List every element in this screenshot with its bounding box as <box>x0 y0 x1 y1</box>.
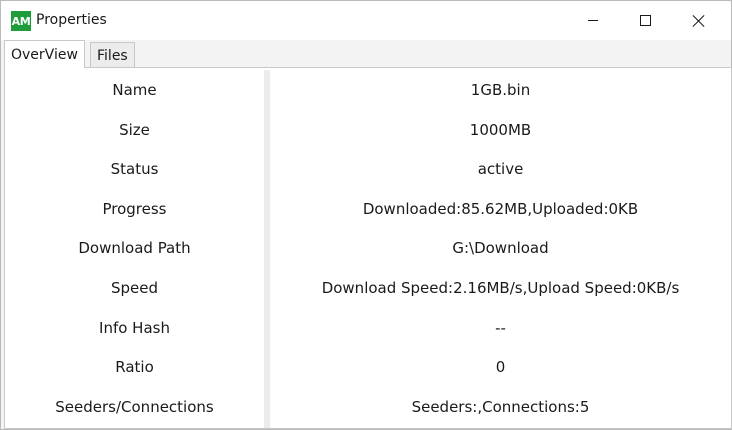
overview-panel: Name 1GB.bin Size 1000MB Status active P… <box>4 67 732 429</box>
title-bar[interactable]: AM Properties <box>1 1 731 40</box>
maximize-button[interactable] <box>619 1 671 40</box>
property-label: Info Hash <box>99 318 170 337</box>
property-value: Download Speed:2.16MB/s,Upload Speed:0KB… <box>321 278 680 297</box>
property-row-download-path: Download Path G:\Download <box>5 228 731 267</box>
property-row-ratio: Ratio 0 <box>5 347 731 386</box>
property-row-progress: Progress Downloaded:85.62MB,Uploaded:0KB <box>5 189 731 228</box>
window-title: Properties <box>36 12 107 28</box>
tab-files[interactable]: Files <box>90 42 135 68</box>
property-label: Download Path <box>78 238 191 257</box>
property-label: Ratio <box>115 357 154 376</box>
property-label: Name <box>112 80 157 99</box>
tab-bar: OverView Files <box>1 40 731 68</box>
minimize-button[interactable] <box>567 1 619 40</box>
properties-window: AM Properties OverView Files Name 1GB.bi… <box>0 0 732 430</box>
property-label: Speed <box>110 278 159 297</box>
property-label: Progress <box>102 199 167 218</box>
maximize-icon <box>639 15 651 26</box>
property-value: 1000MB <box>469 120 532 139</box>
property-value: active <box>477 159 524 178</box>
property-row-size: Size 1000MB <box>5 110 731 149</box>
property-row-seeders-connections: Seeders/Connections Seeders:,Connections… <box>5 387 731 426</box>
property-value: 0 <box>495 357 506 376</box>
minimize-icon <box>588 20 598 21</box>
property-row-speed: Speed Download Speed:2.16MB/s,Upload Spe… <box>5 268 731 307</box>
close-button[interactable] <box>673 1 725 40</box>
property-value: Downloaded:85.62MB,Uploaded:0KB <box>362 199 639 218</box>
property-row-info-hash: Info Hash -- <box>5 308 731 347</box>
property-value: Seeders:,Connections:5 <box>411 397 590 416</box>
property-label: Size <box>119 120 150 139</box>
property-label: Seeders/Connections <box>55 397 214 416</box>
app-logo-icon: AM <box>11 11 31 31</box>
property-row-name: Name 1GB.bin <box>5 70 731 109</box>
property-value: 1GB.bin <box>470 80 531 99</box>
property-row-status: Status active <box>5 149 731 188</box>
property-value: G:\Download <box>452 238 549 257</box>
property-label: Status <box>110 159 159 178</box>
close-icon <box>692 14 706 28</box>
property-value: -- <box>495 318 506 337</box>
tab-overview[interactable]: OverView <box>4 40 85 68</box>
